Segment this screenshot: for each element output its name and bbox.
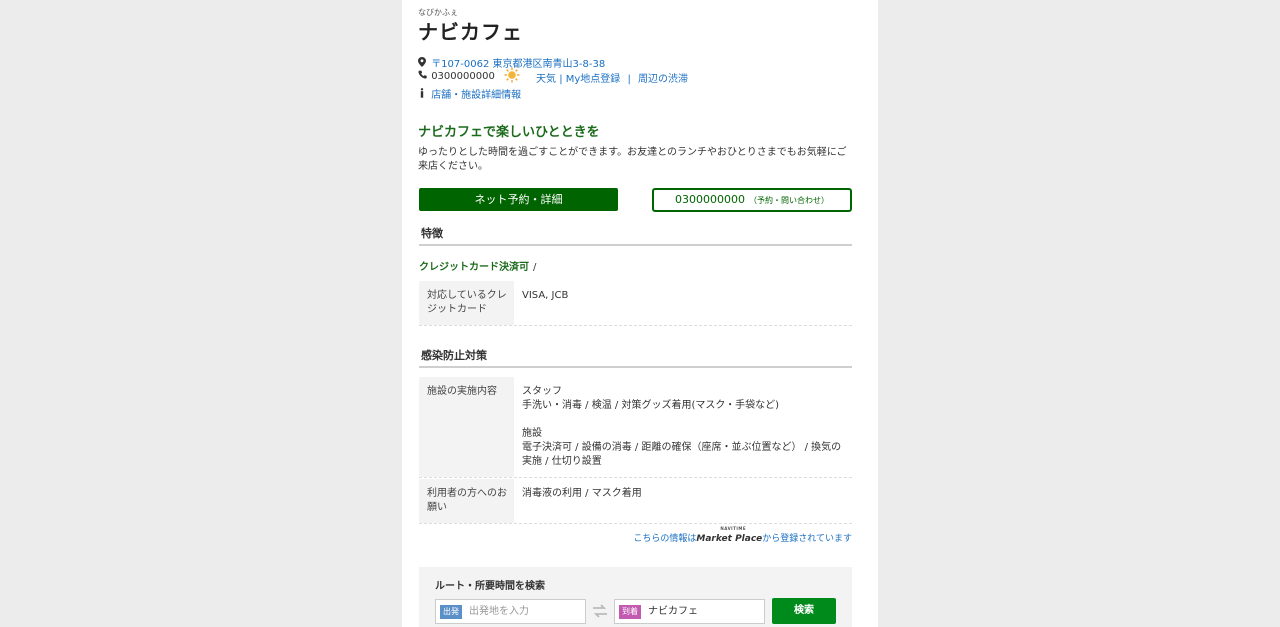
features-title: 特徴 bbox=[421, 227, 443, 240]
section-divider bbox=[419, 244, 852, 246]
arrival-input[interactable]: 到着 ナビカフェ bbox=[614, 599, 765, 624]
sun-icon bbox=[504, 67, 520, 83]
link-separator: | bbox=[559, 74, 563, 85]
catch-title: ナビカフェで楽しいひとときを bbox=[418, 125, 600, 140]
credit-prefix: こちらの情報は bbox=[633, 534, 697, 544]
info-icon bbox=[418, 88, 428, 101]
map-pin-icon bbox=[418, 57, 428, 70]
link-separator: | bbox=[627, 74, 631, 85]
table-row: 対応しているクレジットカード VISA, JCB bbox=[419, 281, 852, 326]
tel-reserve-button[interactable]: 0300000000 （予約・問い合わせ） bbox=[652, 188, 852, 212]
net-reserve-button[interactable]: ネット予約・詳細 bbox=[419, 188, 618, 211]
table-row: 施設の実施内容 スタッフ 手洗い・消毒 / 検温 / 対策グッズ着用(マスク・手… bbox=[419, 377, 852, 478]
infection-title: 感染防止対策 bbox=[421, 349, 487, 362]
weather-links: 天気 | My地点登録 | 周辺の渋滞 bbox=[536, 70, 688, 85]
credit-suffix: から登録されています bbox=[762, 534, 852, 544]
traffic-link[interactable]: 周辺の渋滞 bbox=[638, 74, 688, 85]
tel-number: 0300000000 bbox=[675, 193, 745, 206]
arrival-tag: 到着 bbox=[619, 605, 641, 619]
arrival-value: ナビカフェ bbox=[648, 606, 698, 617]
row-label: 施設の実施内容 bbox=[419, 377, 514, 477]
credit-card-tag-link[interactable]: クレジットカード決済可 bbox=[419, 262, 529, 273]
tel-note: （予約・問い合わせ） bbox=[749, 196, 829, 205]
detail-link[interactable]: 店舗・施設詳細情報 bbox=[431, 90, 521, 101]
staff-items: 手洗い・消毒 / 検温 / 対策グッズ着用(マスク・手袋など) bbox=[522, 400, 780, 411]
facility-heading: 施設 bbox=[522, 428, 542, 439]
row-label: 利用者の方へのお願い bbox=[419, 479, 514, 523]
market-place-credit[interactable]: こちらの情報は NAVITIME Market Placeから登録されています bbox=[633, 526, 852, 544]
catch-description: ゆったりとした時間を過ごすことができます。お友達とのランチやおひとりさまでもお気… bbox=[418, 147, 847, 172]
search-button[interactable]: 検索 bbox=[772, 598, 836, 624]
departure-placeholder: 出発地を入力 bbox=[469, 606, 529, 617]
departure-input[interactable]: 出発 出発地を入力 bbox=[435, 599, 586, 624]
shop-detail-panel: なびかふぇ ナビカフェ 〒107-0062 東京都港区南青山3-8-38 030… bbox=[402, 0, 878, 627]
row-value: 消毒液の利用 / マスク着用 bbox=[522, 488, 642, 499]
departure-tag: 出発 bbox=[440, 605, 462, 619]
tag-separator: / bbox=[533, 262, 537, 273]
phone-icon bbox=[418, 70, 428, 82]
route-search-box: ルート・所要時間を検索 出発 出発地を入力 到着 ナビカフェ 検索 bbox=[419, 567, 852, 627]
market-place-brand: Market Place bbox=[696, 534, 763, 544]
shop-name: ナビカフェ bbox=[418, 20, 523, 44]
navitime-small-text: NAVITIME bbox=[720, 526, 747, 531]
section-divider bbox=[419, 366, 852, 368]
route-search-title: ルート・所要時間を検索 bbox=[435, 581, 545, 592]
row-value: VISA, JCB bbox=[522, 290, 569, 301]
phone-number: 0300000000 bbox=[431, 71, 495, 82]
row-value: スタッフ 手洗い・消毒 / 検温 / 対策グッズ着用(マスク・手袋など) 施設 … bbox=[522, 385, 846, 469]
market-place-logo: NAVITIME Market Place bbox=[696, 526, 763, 544]
swap-icon[interactable] bbox=[592, 604, 608, 622]
row-label: 対応しているクレジットカード bbox=[419, 281, 514, 325]
staff-heading: スタッフ bbox=[522, 386, 562, 397]
feature-tag: クレジットカード決済可 / bbox=[419, 258, 536, 273]
facility-items: 電子決済可 / 設備の消毒 / 距離の確保（座席・並ぶ位置など） / 換気の実施… bbox=[522, 442, 842, 467]
my-spot-link[interactable]: My地点登録 bbox=[566, 74, 621, 85]
detail-line: 店舗・施設詳細情報 bbox=[418, 86, 521, 101]
phone-line: 0300000000 bbox=[418, 70, 495, 82]
table-row: 利用者の方へのお願い 消毒液の利用 / マスク着用 bbox=[419, 479, 852, 524]
weather-link[interactable]: 天気 bbox=[536, 74, 556, 85]
